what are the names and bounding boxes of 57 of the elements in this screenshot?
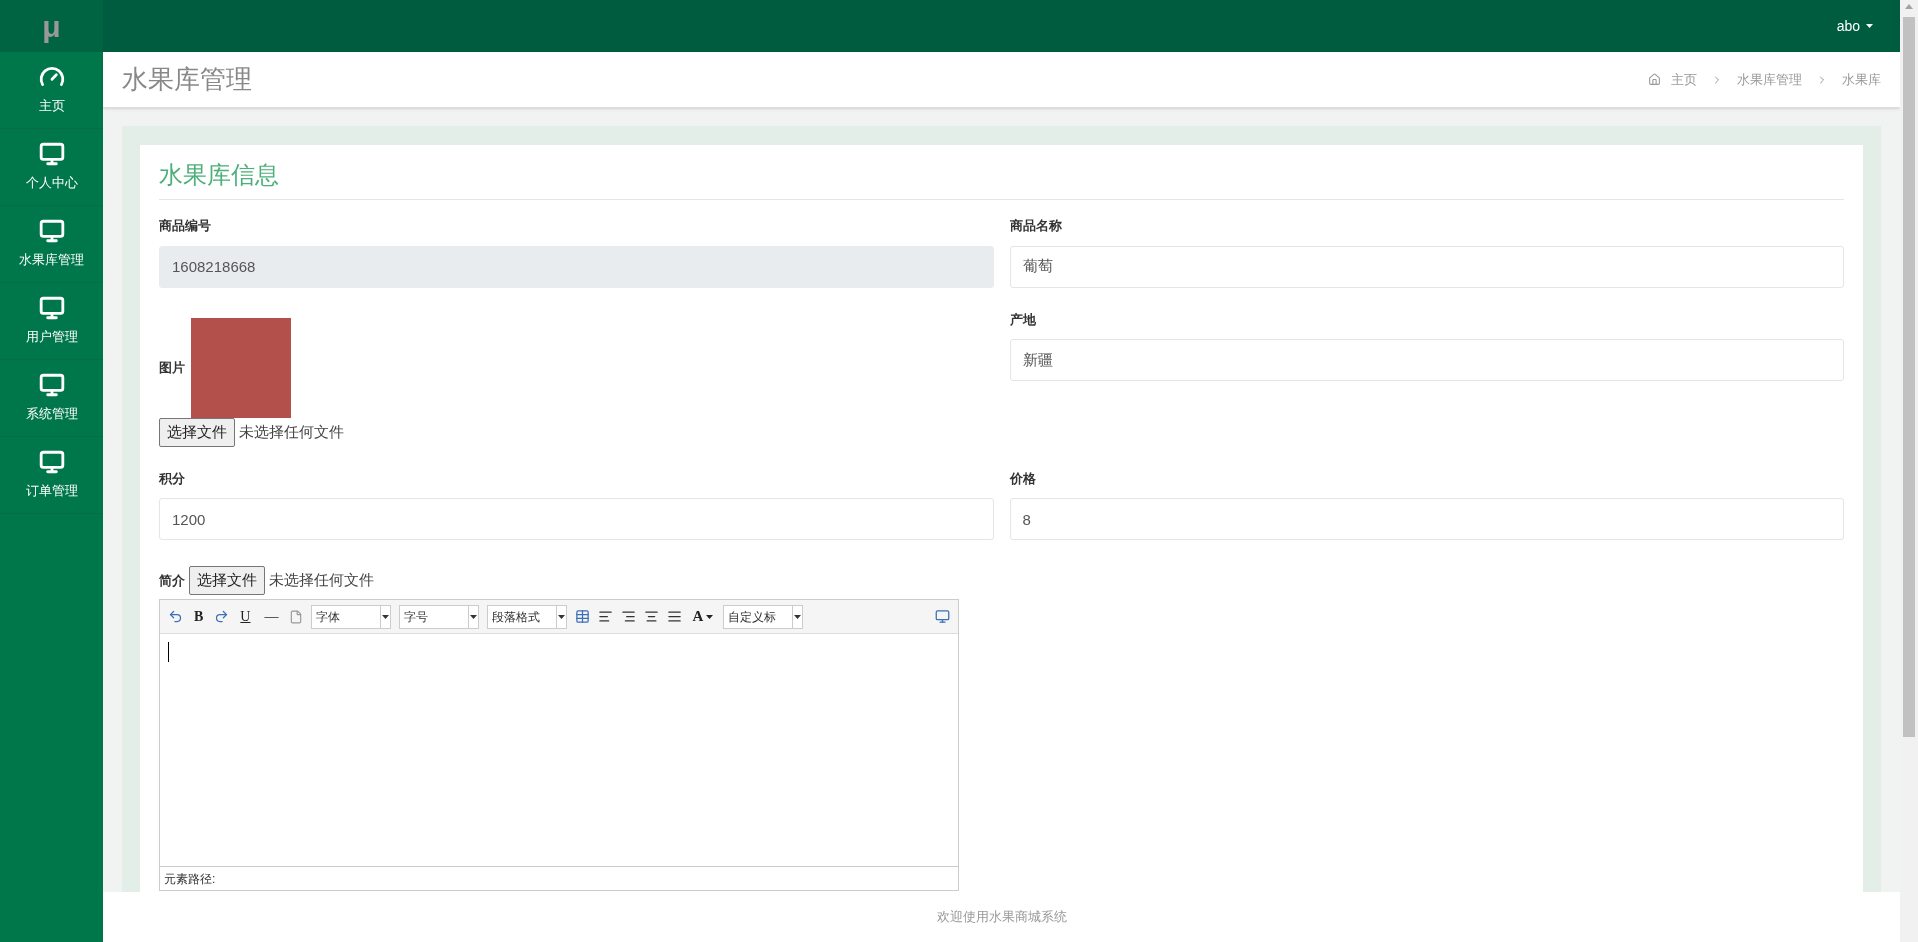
sidebar-item[interactable]: 水果库管理	[0, 206, 103, 283]
caret-icon	[706, 614, 714, 619]
table-icon[interactable]	[575, 609, 591, 624]
align-center-icon[interactable]	[644, 609, 660, 624]
text-field[interactable]: 新疆	[1009, 339, 1844, 381]
field-label: 简介	[159, 571, 185, 590]
sidebar-item[interactable]: 订单管理	[0, 437, 103, 514]
page-title: 水果库管理	[122, 63, 252, 96]
home-icon	[1648, 73, 1661, 86]
field-label: 商品编号	[159, 217, 212, 235]
file-status: 未选择任何文件	[269, 570, 374, 591]
caret-icon	[558, 614, 566, 619]
field-label: 积分	[159, 469, 186, 488]
undo-icon[interactable]	[168, 609, 183, 624]
sidebar-item[interactable]: 系统管理	[0, 360, 103, 437]
horizontal-rule-button[interactable]: —	[261, 609, 282, 624]
element-path: 元素路径:	[164, 870, 216, 888]
caret-icon	[794, 614, 802, 619]
choose-file-button[interactable]: 选择文件	[159, 417, 235, 447]
text-field[interactable]: 8	[1009, 498, 1844, 540]
monitor-icon	[38, 449, 65, 476]
footer-text: 欢迎使用水果商城系统	[936, 908, 1067, 927]
editor-select[interactable]: 段落格式	[487, 604, 568, 629]
align-right-icon[interactable]	[621, 609, 637, 624]
font-color-button[interactable]: A	[690, 609, 716, 624]
text-caret	[168, 642, 169, 662]
field-label: 价格	[1009, 469, 1037, 488]
text-field[interactable]: 葡萄	[1009, 245, 1844, 288]
logo: μ	[42, 8, 61, 45]
bold-button[interactable]: B	[191, 609, 207, 624]
field-label: 商品名称	[1009, 217, 1063, 235]
caret-icon	[1866, 24, 1873, 28]
align-left-icon[interactable]	[598, 609, 614, 624]
card-title: 水果库信息	[159, 157, 1844, 200]
editor-select[interactable]: 字体	[311, 604, 392, 629]
monitor-icon	[38, 218, 65, 245]
editor-select[interactable]: 自定义标	[723, 604, 804, 629]
preview-icon[interactable]	[935, 609, 950, 624]
file-status: 未选择任何文件	[239, 421, 344, 442]
field-label: 产地	[1009, 310, 1037, 329]
caret-icon	[382, 614, 390, 619]
monitor-icon	[38, 295, 65, 322]
caret-icon	[470, 614, 478, 619]
underline-button[interactable]: U	[237, 609, 254, 624]
redo-icon[interactable]	[214, 609, 230, 624]
scroll-up-icon	[1905, 4, 1913, 9]
monitor-icon	[38, 372, 65, 399]
choose-file-button[interactable]: 选择文件	[189, 566, 265, 595]
sidebar-item[interactable]: 用户管理	[0, 283, 103, 360]
editor-select[interactable]: 字号	[399, 604, 480, 629]
justify-icon[interactable]	[667, 609, 683, 624]
page-icon[interactable]	[289, 609, 304, 624]
text-field[interactable]: 1200	[159, 498, 994, 540]
sidebar-item[interactable]: 个人中心	[0, 129, 103, 206]
user-menu[interactable]: abo	[1836, 15, 1873, 37]
field-label: 图片	[159, 358, 185, 377]
monitor-icon	[38, 141, 65, 168]
